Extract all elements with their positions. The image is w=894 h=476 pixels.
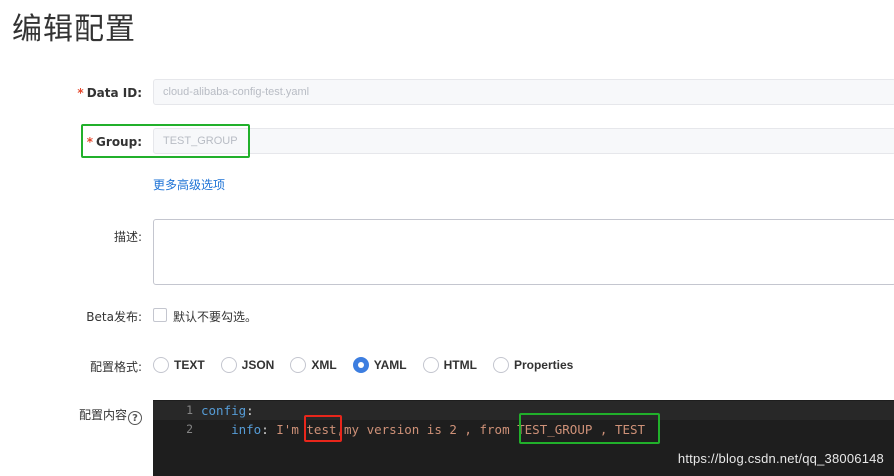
radio-button[interactable] xyxy=(220,357,237,373)
beta-label: Beta发布: xyxy=(86,310,142,324)
format-option-properties[interactable]: Properties xyxy=(492,357,574,373)
radio-button[interactable] xyxy=(492,357,509,373)
format-option-json[interactable]: JSON xyxy=(220,357,275,373)
beta-checkbox[interactable] xyxy=(153,308,167,322)
format-option-text[interactable]: TEXT xyxy=(153,357,205,373)
group-value-highlight-box xyxy=(519,413,660,444)
yaml-value: I'm xyxy=(276,422,307,437)
required-mark: * xyxy=(77,86,84,100)
line-number: 2 xyxy=(186,422,193,436)
group-input[interactable]: TEST_GROUP xyxy=(153,128,894,154)
radio-button-selected[interactable] xyxy=(352,357,369,373)
data-id-label: * Data ID: xyxy=(77,86,142,100)
beta-checkbox-label: 默认不要勾选。 xyxy=(173,310,258,324)
test-highlight-box xyxy=(304,415,342,442)
yaml-key: config xyxy=(201,403,247,418)
group-highlight-box xyxy=(81,124,250,158)
content-label: 配置内容? xyxy=(79,406,142,425)
radio-label: XML xyxy=(311,358,337,372)
radio-label: TEXT xyxy=(174,358,205,372)
advanced-options-link[interactable]: 更多高级选项 xyxy=(153,176,225,193)
radio-button[interactable] xyxy=(422,357,439,373)
radio-button[interactable] xyxy=(290,357,307,373)
format-label: 配置格式: xyxy=(89,360,142,374)
radio-label: HTML xyxy=(443,358,477,372)
radio-label: Properties xyxy=(513,358,574,372)
radio-label: YAML xyxy=(373,358,407,372)
description-label: 描述: xyxy=(113,230,142,244)
yaml-value: ,my version is 2 , from xyxy=(336,422,518,437)
format-option-yaml[interactable]: YAML xyxy=(352,357,407,373)
format-option-html[interactable]: HTML xyxy=(422,357,477,373)
watermark: https://blog.csdn.net/qq_38006148 xyxy=(677,451,884,466)
yaml-key: info xyxy=(231,422,262,437)
radio-button[interactable] xyxy=(153,357,169,373)
format-option-xml[interactable]: XML xyxy=(290,357,337,373)
format-radio-group: TEXT JSON XML YAML HTML Properties xyxy=(153,356,589,374)
page-title: 编辑配置 xyxy=(12,12,136,47)
description-textarea[interactable] xyxy=(153,219,894,285)
radio-label: JSON xyxy=(241,358,275,372)
line-number: 1 xyxy=(186,403,193,417)
data-id-input[interactable]: cloud-alibaba-config-test.yaml xyxy=(153,79,894,105)
help-icon[interactable]: ? xyxy=(128,411,142,425)
